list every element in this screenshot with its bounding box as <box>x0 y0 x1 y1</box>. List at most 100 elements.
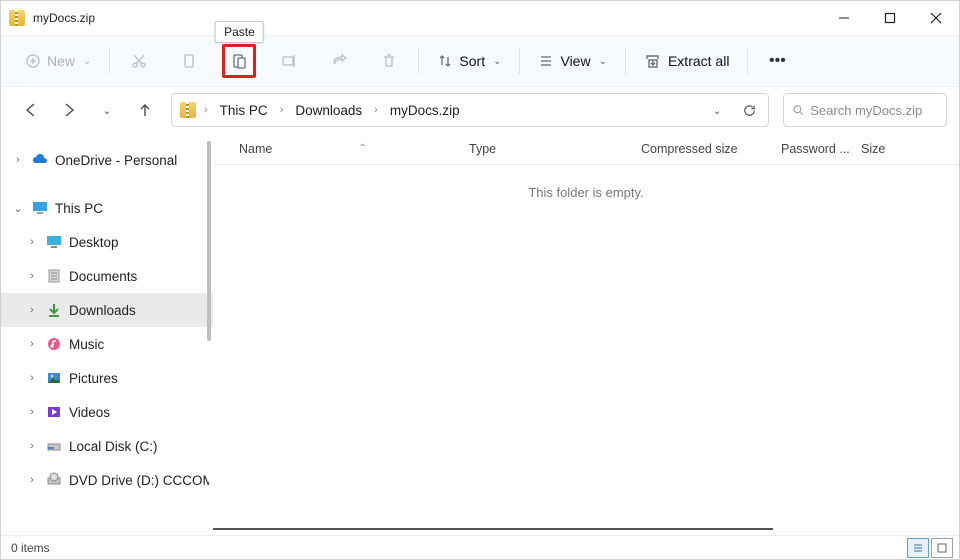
separator <box>519 48 520 74</box>
status-bar: 0 items <box>1 535 959 559</box>
rename-button[interactable] <box>272 44 306 78</box>
chevron-right-icon: › <box>25 338 39 350</box>
column-label: Name <box>239 142 272 156</box>
sidebar-scrollbar[interactable] <box>207 141 211 341</box>
sidebar-item-documents[interactable]: › Documents <box>1 259 213 293</box>
empty-folder-text: This folder is empty. <box>213 185 959 200</box>
navigation-pane: › OneDrive - Personal ⌄ This PC › Deskto… <box>1 133 213 535</box>
ellipsis-icon: ••• <box>769 52 786 70</box>
status-text: 0 items <box>11 541 50 555</box>
trash-icon <box>380 52 398 70</box>
sort-icon <box>437 53 453 69</box>
breadcrumb-downloads[interactable]: Downloads <box>291 103 366 118</box>
sort-button[interactable]: Sort ⌄ <box>431 44 507 78</box>
window-title: myDocs.zip <box>33 11 95 25</box>
nav-bar: ⌄ › This PC › Downloads › myDocs.zip ⌄ <box>1 87 959 133</box>
breadcrumb-this-pc[interactable]: This PC <box>216 103 272 118</box>
document-icon <box>45 267 63 285</box>
forward-button[interactable] <box>57 98 81 122</box>
more-button[interactable]: ••• <box>760 44 794 78</box>
chevron-right-icon: › <box>202 104 210 116</box>
close-button[interactable] <box>913 1 959 35</box>
refresh-button[interactable] <box>736 97 762 123</box>
chevron-down-icon: ⌄ <box>102 104 111 117</box>
column-label: Compressed size <box>641 142 738 156</box>
search-input[interactable] <box>810 103 938 118</box>
sidebar-item-label: Local Disk (C:) <box>69 439 158 454</box>
column-header-name[interactable]: Name ⌃ <box>239 142 469 156</box>
delete-button[interactable] <box>372 44 406 78</box>
column-label: Type <box>469 142 496 156</box>
paste-tooltip: Paste <box>215 21 264 43</box>
thumbnails-view-button[interactable] <box>931 538 953 558</box>
sidebar-item-videos[interactable]: › Videos <box>1 395 213 429</box>
up-button[interactable] <box>133 98 157 122</box>
maximize-button[interactable] <box>867 1 913 35</box>
search-icon <box>792 103 804 117</box>
list-icon <box>538 53 554 69</box>
column-header-compressed-size[interactable]: Compressed size <box>641 142 781 156</box>
sidebar-item-pictures[interactable]: › Pictures <box>1 361 213 395</box>
recent-button[interactable]: ⌄ <box>95 98 119 122</box>
sidebar-item-label: Downloads <box>69 303 136 318</box>
body: › OneDrive - Personal ⌄ This PC › Deskto… <box>1 133 959 535</box>
copy-button[interactable] <box>172 44 206 78</box>
chevron-down-icon: ⌄ <box>712 104 721 117</box>
chevron-right-icon: › <box>372 104 380 116</box>
drive-icon <box>45 437 63 455</box>
search-box[interactable] <box>783 93 947 127</box>
sidebar-item-this-pc[interactable]: ⌄ This PC <box>1 191 213 225</box>
cut-button[interactable] <box>122 44 156 78</box>
pictures-icon <box>45 369 63 387</box>
minimize-button[interactable] <box>821 1 867 35</box>
horizontal-scrollbar[interactable] <box>213 527 949 531</box>
cloud-icon <box>31 151 49 169</box>
sidebar-item-label: Music <box>69 337 104 352</box>
separator <box>109 48 110 74</box>
separator <box>625 48 626 74</box>
view-toggle <box>907 538 953 558</box>
paste-button[interactable]: Paste <box>222 44 256 78</box>
copy-icon <box>180 52 198 70</box>
column-header-password[interactable]: Password ... <box>781 142 861 156</box>
refresh-icon <box>742 103 757 118</box>
sidebar-item-music[interactable]: › Music <box>1 327 213 361</box>
chevron-right-icon: › <box>25 440 39 452</box>
view-button[interactable]: View ⌄ <box>532 44 612 78</box>
column-header-size[interactable]: Size <box>861 142 921 156</box>
file-list: This folder is empty. <box>213 165 959 535</box>
new-button[interactable]: New ⌄ <box>19 44 97 78</box>
sidebar-item-downloads[interactable]: › Downloads <box>1 293 213 327</box>
zip-folder-icon <box>180 102 196 118</box>
share-button[interactable] <box>322 44 356 78</box>
chevron-right-icon: › <box>278 104 286 116</box>
sidebar-item-local-disk[interactable]: › Local Disk (C:) <box>1 429 213 463</box>
title-bar: myDocs.zip <box>1 1 959 35</box>
sidebar-item-onedrive[interactable]: › OneDrive - Personal <box>1 143 213 177</box>
chevron-right-icon: › <box>25 474 39 486</box>
separator <box>747 48 748 74</box>
address-dropdown[interactable]: ⌄ <box>704 97 730 123</box>
file-explorer-window: myDocs.zip New ⌄ Paste <box>0 0 960 560</box>
address-bar[interactable]: › This PC › Downloads › myDocs.zip ⌄ <box>171 93 769 127</box>
chevron-right-icon: › <box>25 270 39 282</box>
videos-icon <box>45 403 63 421</box>
share-icon <box>330 52 348 70</box>
sidebar-item-dvd-drive[interactable]: › DVD Drive (D:) CCCOM <box>1 463 213 497</box>
sidebar-item-label: Documents <box>69 269 137 284</box>
sidebar-item-desktop[interactable]: › Desktop <box>1 225 213 259</box>
chevron-down-icon: ⌄ <box>11 202 25 215</box>
chevron-right-icon: › <box>25 372 39 384</box>
music-icon <box>45 335 63 353</box>
chevron-down-icon: ⌄ <box>83 56 91 67</box>
details-view-button[interactable] <box>907 538 929 558</box>
chevron-down-icon: ⌄ <box>493 56 501 67</box>
chevron-right-icon: › <box>25 304 39 316</box>
extract-all-button[interactable]: Extract all <box>638 44 735 78</box>
column-header-type[interactable]: Type <box>469 142 641 156</box>
breadcrumb-current[interactable]: myDocs.zip <box>386 103 464 118</box>
content-pane: Name ⌃ Type Compressed size Password ...… <box>213 133 959 535</box>
sidebar-item-label: Desktop <box>69 235 119 250</box>
new-label: New <box>47 53 75 69</box>
back-button[interactable] <box>19 98 43 122</box>
